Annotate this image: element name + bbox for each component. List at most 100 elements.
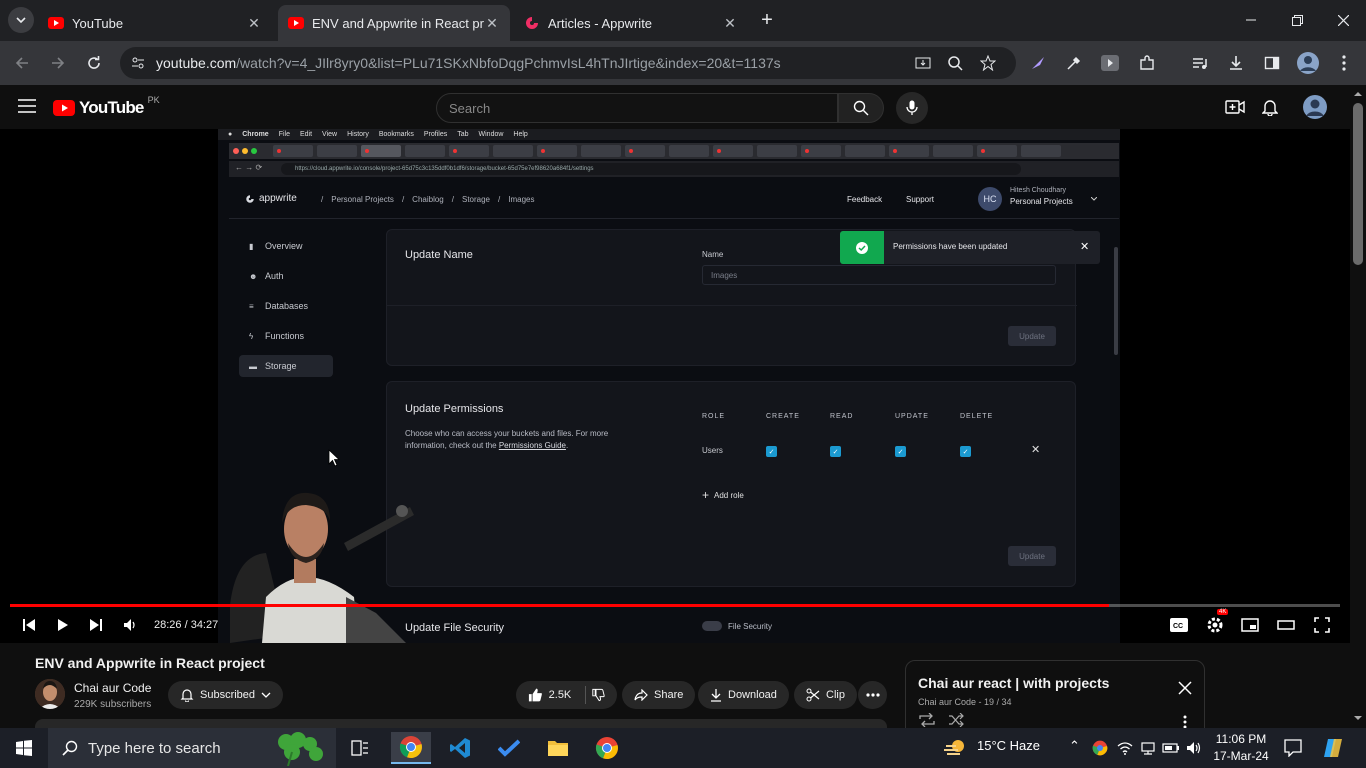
column-header: CREATE	[766, 413, 800, 420]
tab-search-button[interactable]	[8, 7, 34, 33]
account-avatar[interactable]	[1303, 95, 1327, 124]
taskbar-chrome[interactable]	[391, 732, 431, 764]
weather-text[interactable]: 15°C Haze	[977, 738, 1040, 753]
create-video-icon[interactable]	[1225, 99, 1245, 120]
start-button[interactable]	[4, 732, 44, 764]
extensions-puzzle-icon[interactable]	[1134, 50, 1160, 76]
notification-center-icon[interactable]	[1284, 739, 1302, 757]
description-box[interactable]	[35, 719, 887, 728]
scroll-up-icon[interactable]	[1354, 91, 1362, 97]
next-button[interactable]	[85, 613, 107, 637]
more-actions-button[interactable]	[858, 681, 887, 709]
search-icon	[853, 100, 869, 116]
video-frame: ● Chrome File Edit View History Bookmark…	[218, 129, 1120, 643]
users-icon: ☻	[249, 271, 258, 281]
scroll-down-icon[interactable]	[1354, 715, 1362, 721]
close-icon[interactable]	[1178, 681, 1192, 695]
hamburger-menu-icon[interactable]	[18, 99, 36, 118]
tab-articles-appwrite[interactable]: Articles - Appwrite ✕	[514, 5, 748, 41]
copilot-icon[interactable]	[1322, 737, 1344, 759]
extension-feather-icon[interactable]	[1025, 50, 1051, 76]
channel-avatar[interactable]	[35, 679, 65, 709]
battery-icon[interactable]	[1162, 740, 1180, 756]
new-tab-button[interactable]: +	[754, 7, 780, 33]
subscribed-button[interactable]: Subscribed	[168, 681, 284, 709]
taskbar-chrome-canary[interactable]	[587, 732, 627, 764]
media-control-icon[interactable]	[1187, 50, 1213, 76]
more-vertical-icon[interactable]	[1183, 715, 1187, 729]
like-button[interactable]: 2.5K	[516, 681, 617, 709]
address-bar[interactable]: youtube.com/watch?v=4_JIlr8yry0&list=PLu…	[120, 47, 1016, 79]
scrollbar-thumb[interactable]	[1353, 103, 1363, 265]
youtube-search-button[interactable]	[838, 93, 884, 123]
channel-name[interactable]: Chai aur Code	[74, 681, 151, 695]
previous-button[interactable]	[18, 613, 40, 637]
taskbar-clock[interactable]: 11:06 PM 17-Mar-24	[1212, 731, 1270, 765]
restore-icon	[1291, 14, 1303, 26]
speaker-icon[interactable]	[1186, 740, 1202, 756]
taskbar-search-input[interactable]: Type here to search	[48, 728, 336, 768]
share-button[interactable]: Share	[622, 681, 696, 709]
fullscreen-button[interactable]	[1311, 613, 1333, 637]
site-info-icon[interactable]	[130, 55, 146, 74]
taskbar-vscode[interactable]	[440, 732, 480, 764]
youtube-logo[interactable]: YouTube PK	[53, 95, 160, 118]
tab-env-appwrite[interactable]: ENV and Appwrite in React proj ✕	[278, 5, 510, 41]
file-security-label: File Security	[728, 622, 773, 631]
restore-button[interactable]	[1274, 0, 1320, 40]
video-progress-bar[interactable]	[10, 604, 1340, 607]
bookmark-star-icon[interactable]	[975, 50, 1001, 76]
tab-title: YouTube	[72, 15, 124, 31]
task-view-button[interactable]	[340, 732, 380, 764]
loop-icon[interactable]	[918, 713, 936, 727]
chrome-tray-icon[interactable]	[1092, 740, 1108, 756]
notifications-bell-icon[interactable]	[1261, 98, 1279, 121]
close-tab-icon[interactable]: ✕	[722, 15, 738, 32]
subtitles-button[interactable]: CC	[1168, 613, 1190, 637]
back-button[interactable]	[9, 50, 35, 76]
card-title: Update Permissions	[405, 403, 504, 415]
appwrite-logo: appwrite	[245, 193, 297, 204]
voice-search-button[interactable]	[896, 92, 928, 124]
network-icon[interactable]	[1140, 740, 1156, 756]
mac-menu-item: History	[347, 131, 369, 138]
extension-dropper-icon[interactable]	[1061, 50, 1087, 76]
browser-menu-icon[interactable]	[1331, 50, 1357, 76]
taskbar-todo[interactable]	[489, 732, 529, 764]
clip-button[interactable]: Clip	[794, 681, 857, 709]
close-tab-icon[interactable]: ✕	[484, 15, 500, 32]
theater-mode-button[interactable]	[1275, 613, 1297, 637]
youtube-search-input[interactable]: Search	[436, 93, 838, 123]
zoom-icon[interactable]	[942, 50, 968, 76]
user-org: Personal Projects	[1010, 197, 1073, 206]
share-icon	[634, 689, 648, 701]
page-scrollbar[interactable]	[1350, 85, 1366, 728]
mute-button[interactable]	[119, 613, 141, 637]
tab-youtube[interactable]: YouTube ✕	[38, 5, 272, 41]
youtube-favicon-icon	[48, 15, 64, 31]
taskbar-file-explorer[interactable]	[538, 732, 578, 764]
remove-role-icon: ✕	[1031, 444, 1041, 456]
download-button[interactable]: Download	[698, 681, 789, 709]
video-player[interactable]: ● Chrome File Edit View History Bookmark…	[0, 129, 1350, 643]
close-tab-icon[interactable]: ✕	[246, 15, 262, 32]
shuffle-icon[interactable]	[948, 713, 964, 727]
user-name: Hitesh Choudhary	[1010, 187, 1067, 194]
forward-button[interactable]	[45, 50, 71, 76]
profile-avatar[interactable]	[1295, 50, 1321, 76]
play-button[interactable]	[52, 613, 74, 637]
role-name: Users	[702, 446, 723, 455]
minimize-button[interactable]	[1228, 0, 1274, 40]
extension-play-icon[interactable]	[1097, 50, 1123, 76]
install-app-icon[interactable]	[910, 50, 936, 76]
playlist-title[interactable]: Chai aur react | with projects	[918, 675, 1109, 691]
reload-button[interactable]	[81, 50, 107, 76]
close-window-button[interactable]	[1320, 0, 1366, 40]
side-panel-icon[interactable]	[1259, 50, 1285, 76]
wifi-icon[interactable]	[1117, 740, 1133, 756]
miniplayer-button[interactable]	[1239, 613, 1261, 637]
download-icon[interactable]	[1223, 50, 1249, 76]
settings-button[interactable]: 4K	[1203, 609, 1229, 637]
thumbs-down-icon[interactable]	[592, 688, 605, 702]
show-hidden-icons[interactable]: ⌃	[1069, 738, 1080, 754]
